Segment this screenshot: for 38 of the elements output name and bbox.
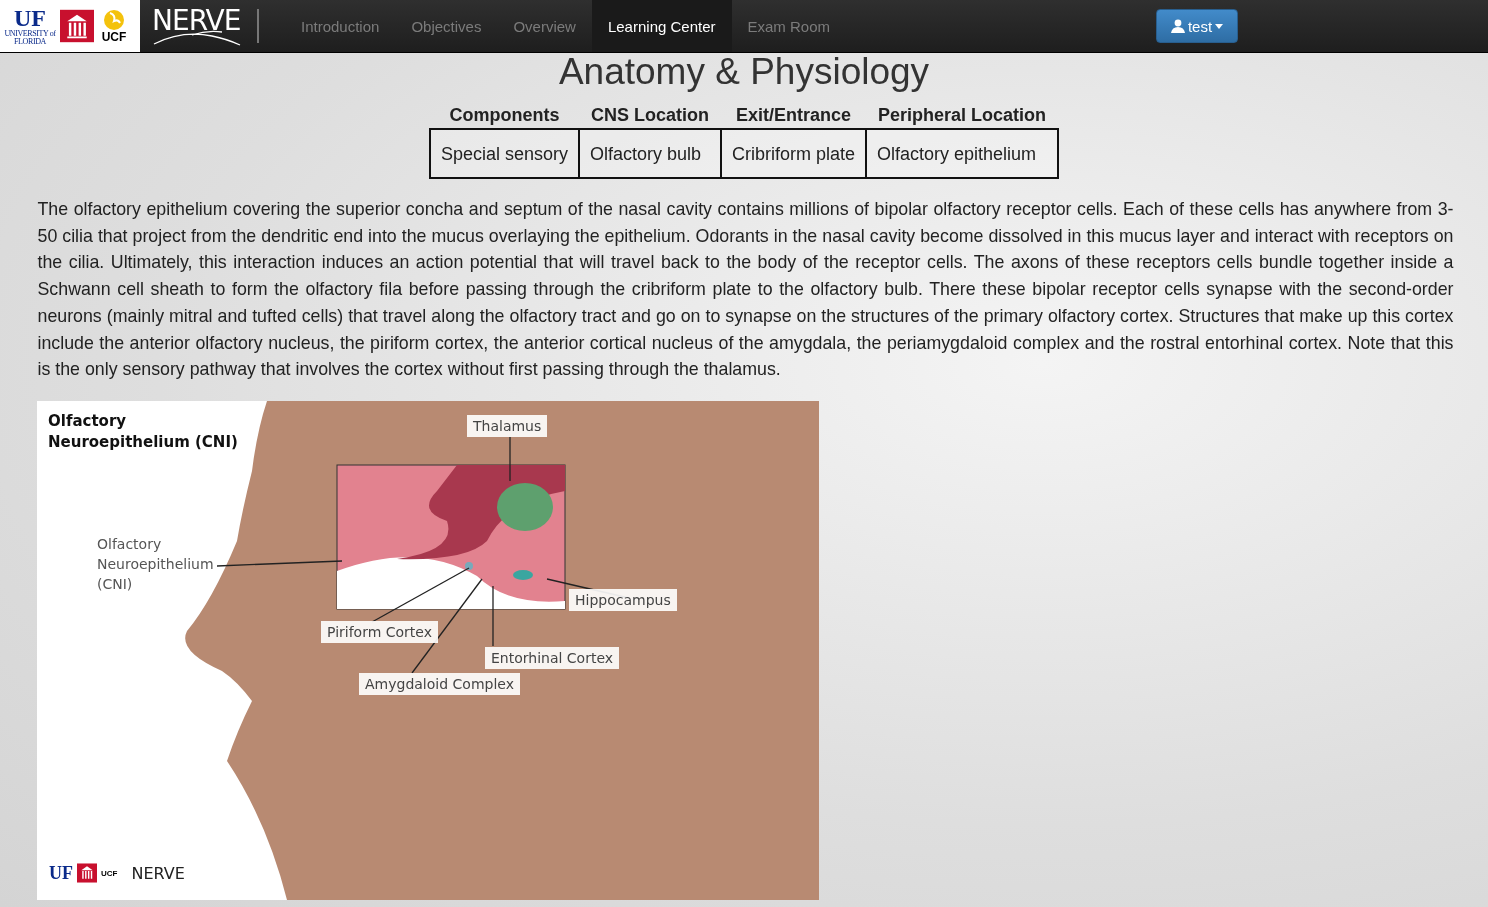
diagram-label: Amygdaloid Complex (359, 672, 520, 695)
figure-heading: Olfactory Neuroepithelium (CNI) (48, 410, 239, 453)
diagram-label: Thalamus (467, 414, 548, 437)
ucf-logo-text: UCF (101, 868, 118, 878)
nav-link[interactable]: Learning Center (591, 0, 732, 52)
table-cell: Olfactory bulb (579, 129, 721, 178)
ucf-logo-text: UCF (101, 30, 127, 44)
columns-seal-icon (60, 9, 94, 43)
diagram-label: Hippocampus (569, 588, 677, 611)
diagram-label: Olfactory Neuroepithelium (CNI) (97, 534, 215, 594)
uf-logo-text: UF (49, 862, 73, 884)
columns-seal-icon (77, 863, 97, 884)
leader-line (509, 436, 511, 482)
emblem-icon (101, 8, 127, 31)
column-header: Exit/Entrance (721, 105, 867, 129)
table-cell: Special sensory (429, 129, 579, 178)
description-paragraph: The olfactory epithelium covering the superior concha and septum of the nasal cavity contains millions of bipolar olfactory receptor cells. Each of these cells has anywhere from 3-50 cilia that project from the dendritic end into the mucus overlaying the epithelium. Odorants in the nasal cavity become dissolved in this mucus layer and interact with receptors on the cilia. Ultimately, this interaction induces an action potential that will travel back to the body of the receptor cells. The axons of these receptors cells bundle together inside a Schwann cell sheath to form the olfactory fila before passing through the cribriform plate to the olfactory bulb. There these bipolar receptor cells synapse with the second-order neurons (mainly mitral and tufted cells) that travel along the olfactory tract and go on to synapse on the structures of the primary olfactory cortex. Structures that make up this cortex include the anterior olfactory nucleus, the piriform cortex, the anterior cortical nucleus of the amygdala, the periamygdaloid complex and the rostral entorhinal cortex. Note that this is the only sensory pathway that involves the cortex without first passing through the thalamus. (37, 198, 1454, 382)
table-cell: Cribriform plate (721, 129, 867, 178)
diagram-label: Piriform Cortex (321, 620, 438, 643)
swoosh-icon (152, 30, 242, 46)
column-header: CNS Location (579, 105, 721, 129)
column-header: Peripheral Location (866, 105, 1059, 129)
user-menu-button[interactable]: test (1156, 9, 1239, 43)
nav-link[interactable]: Objectives (395, 0, 498, 52)
brand-name[interactable]: NERVE (152, 6, 247, 36)
caret-icon (1215, 23, 1224, 29)
user-icon (1170, 19, 1185, 33)
column-header: Components (429, 105, 579, 129)
table-cell: Olfactory epithelium (866, 129, 1059, 178)
leader-line (492, 585, 494, 647)
diagram-label: Entorhinal Cortex (485, 646, 620, 669)
nav-link[interactable]: Overview (497, 0, 592, 52)
uf-logo-subtext: UNIVERSITY of FLORIDA (4, 30, 56, 46)
nav-link[interactable]: Introduction (285, 0, 396, 52)
uf-logo-text: UF (14, 6, 46, 30)
nav-link[interactable]: Exam Room (731, 0, 847, 52)
brand-name: NERVE (131, 863, 185, 883)
page-title: Anatomy & Physiology (558, 53, 930, 91)
